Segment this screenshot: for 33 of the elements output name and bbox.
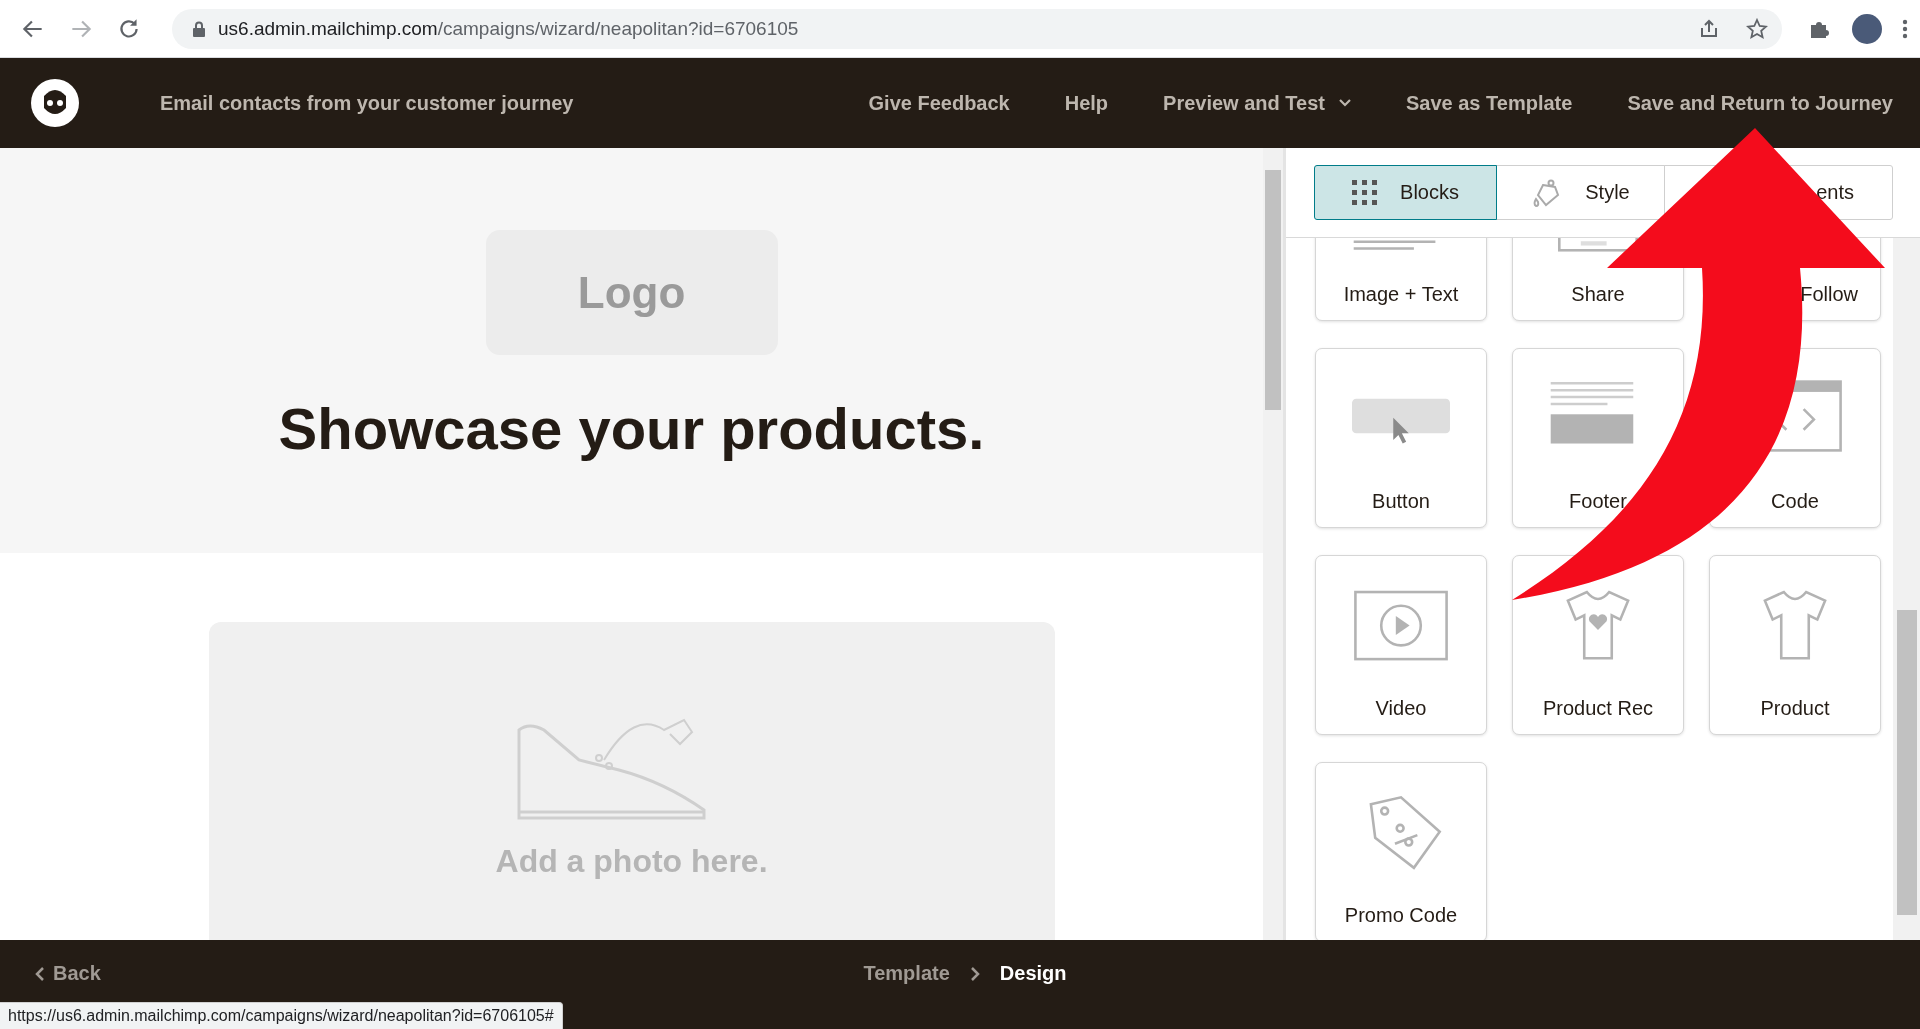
address-field[interactable]: us6.admin.mailchimp.com/campaigns/wizard/neapolitan?id=6706105: [172, 8, 1782, 49]
preview-dropdown[interactable]: Preview and Test: [1163, 91, 1351, 115]
chevron-left-icon: [35, 965, 45, 982]
share-icon[interactable]: [1698, 17, 1720, 40]
block-tile[interactable]: Promo Code: [1315, 762, 1487, 940]
block-tile[interactable]: Image + Text: [1315, 238, 1487, 321]
wizard-step[interactable]: Design: [999, 962, 1067, 985]
avatar[interactable]: [1852, 13, 1882, 44]
caret-icon: [1339, 99, 1351, 107]
star-icon[interactable]: [1746, 17, 1768, 40]
wizard-step[interactable]: Template: [863, 962, 950, 985]
scrollbar[interactable]: [1263, 148, 1283, 940]
block-tile[interactable]: Product Rec: [1512, 555, 1684, 735]
header-link[interactable]: Help: [1064, 91, 1109, 115]
block-tile[interactable]: Product: [1709, 555, 1881, 735]
grid-icon: [1352, 179, 1379, 206]
back-link[interactable]: Back: [35, 962, 101, 985]
logo-icon[interactable]: [28, 76, 82, 130]
lock-icon: [192, 20, 206, 37]
header-link[interactable]: Save as Template: [1406, 91, 1573, 115]
photo-hint: Add a photo here.: [495, 843, 768, 880]
panel-tab[interactable]: Blocks: [1314, 165, 1497, 220]
header-link[interactable]: Save and Return to Journey: [1627, 91, 1893, 115]
menu-icon[interactable]: [1902, 17, 1908, 40]
status-url: https://us6.admin.mailchimp.com/campaigns/wizard/neapolitan?id=6706105#: [0, 1002, 563, 1029]
chevron-icon: [969, 965, 980, 982]
block-tile[interactable]: Button: [1315, 348, 1487, 528]
panel-tab[interactable]: Style: [1496, 165, 1665, 220]
block-tile[interactable]: Video: [1315, 555, 1487, 735]
headline[interactable]: Showcase your products.: [278, 395, 985, 462]
scrollbar[interactable]: [1893, 238, 1920, 940]
page-title: Email contacts from your customer journey: [160, 91, 575, 115]
header-link[interactable]: Give Feedback: [868, 91, 1010, 115]
